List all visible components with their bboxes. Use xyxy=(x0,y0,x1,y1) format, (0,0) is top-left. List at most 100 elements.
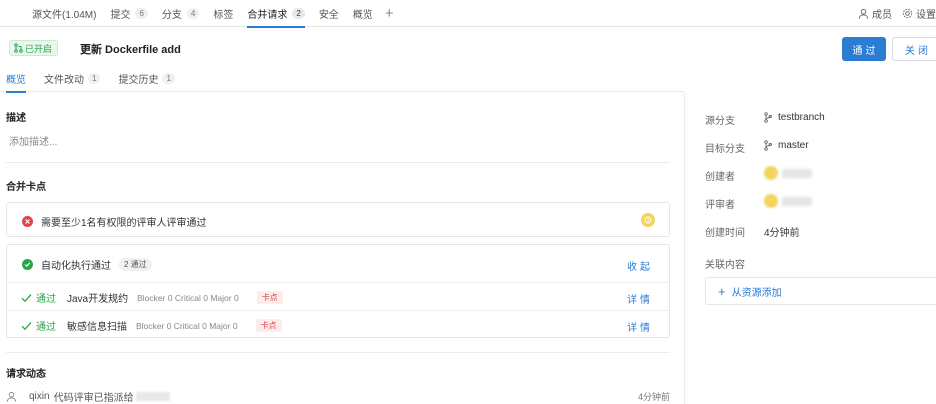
clock-icon xyxy=(644,216,652,224)
source-branch-label: 源分支 xyxy=(705,116,735,127)
divider xyxy=(6,352,670,353)
tab-label: 分支 xyxy=(161,10,182,21)
block-tag: 卡点 xyxy=(256,291,283,304)
repo-nav: 源文件(1.04M) 提交 6 分支 4 标签 合并请求 2 安全 概览 + 成员 设… xyxy=(0,0,936,28)
tab-label: 提交 xyxy=(110,10,131,21)
settings-label: 设置 xyxy=(916,10,936,21)
reviewer[interactable] xyxy=(764,194,812,208)
divider xyxy=(6,162,670,163)
created-time: 4分钟前 xyxy=(764,228,800,239)
tab-commit-history[interactable]: 提交历史 1 xyxy=(118,66,175,92)
plus-icon: + xyxy=(718,283,726,299)
collapse-link[interactable]: 收起 xyxy=(627,258,653,273)
block-tag: 卡点 xyxy=(255,319,282,332)
tab-label: 标签 xyxy=(213,10,234,21)
tab-count: 1 xyxy=(162,73,175,84)
tab-overview[interactable]: 概览 xyxy=(6,66,26,93)
user-icon xyxy=(6,391,17,402)
reviewer-avatar[interactable] xyxy=(641,213,655,227)
add-related-button[interactable]: + 从资源添加 xyxy=(705,277,936,305)
redacted-name xyxy=(135,391,170,401)
tab-security[interactable]: 安全 xyxy=(319,0,339,27)
approve-button[interactable]: 通过 xyxy=(842,37,886,61)
automation-card: 自动化执行通过 2 通过 收起 通过 Java开发规约 Blocker 0 Cr… xyxy=(6,244,670,338)
avatar xyxy=(764,166,778,180)
automation-label: 自动化执行通过 xyxy=(41,261,111,272)
mr-subtabs: 概览 文件改动 1 提交历史 1 xyxy=(0,66,684,93)
description-title: 描述 xyxy=(6,113,26,124)
check-name: Java开发规约 xyxy=(67,294,129,305)
merge-request-icon xyxy=(14,43,23,53)
automation-row: 自动化执行通过 2 通过 xyxy=(22,257,662,272)
divider xyxy=(7,282,669,283)
add-related-label: 从资源添加 xyxy=(731,287,782,299)
check-detail: Blocker 0 Critical 0 Major 0 xyxy=(136,320,238,331)
tab-commits[interactable]: 提交 6 xyxy=(110,0,148,27)
branch-icon xyxy=(764,112,772,123)
divider xyxy=(7,310,669,311)
tab-merge-requests[interactable]: 合并请求 2 xyxy=(247,0,306,28)
nav-right: 成员 设置 xyxy=(848,0,936,27)
members-button[interactable]: 成员 xyxy=(858,6,892,21)
check-row: 通过 敏感信息扫描 Blocker 0 Critical 0 Major 0 卡… xyxy=(21,318,661,333)
creator[interactable] xyxy=(764,166,812,180)
review-rule-row: 需要至少1名有权限的评审人评审通过 xyxy=(22,214,684,229)
tab-branches[interactable]: 分支 4 xyxy=(161,0,200,27)
check-icon xyxy=(21,293,32,302)
check-name: 敏感信息扫描 xyxy=(67,322,127,333)
branch-icon xyxy=(764,140,772,151)
activity-time: 4分钟前 xyxy=(637,391,670,402)
gear-icon xyxy=(902,8,913,19)
tab-label: 合并请求 xyxy=(247,10,288,21)
related-label: 关联内容 xyxy=(705,260,745,271)
check-icon xyxy=(21,321,32,330)
tab-count: 1 xyxy=(88,73,101,84)
tab-label: 文件改动 xyxy=(44,75,84,86)
target-branch-name: master xyxy=(778,140,809,151)
activity-user: qixin xyxy=(29,390,50,402)
target-branch[interactable]: master xyxy=(764,140,809,151)
merge-checks-title: 合并卡点 xyxy=(6,182,46,193)
close-button[interactable]: 关闭 xyxy=(892,37,936,61)
activity-entry: qixin 代码评审已指派给 4分钟前 xyxy=(6,388,670,404)
tab-count: 6 xyxy=(135,8,148,19)
creator-label: 创建者 xyxy=(705,172,735,183)
tab-label: 概览 xyxy=(6,75,26,86)
tab-tags[interactable]: 标签 xyxy=(213,0,233,27)
review-rule-text: 需要至少1名有权限的评审人评审通过 xyxy=(41,218,207,229)
members-label: 成员 xyxy=(872,10,892,21)
error-icon xyxy=(22,216,33,227)
reviewer-label: 评审者 xyxy=(705,200,735,211)
check-detail: Blocker 0 Critical 0 Major 0 xyxy=(137,292,239,303)
description-input[interactable]: 添加描述... xyxy=(9,133,57,148)
add-tab-icon[interactable]: + xyxy=(385,0,394,27)
panel-divider xyxy=(684,92,685,404)
source-branch-name: testbranch xyxy=(778,112,825,123)
tab-count: 4 xyxy=(186,8,200,19)
success-icon xyxy=(22,259,33,270)
check-row: 通过 Java开发规约 Blocker 0 Critical 0 Major 0… xyxy=(21,290,661,305)
activity-text: 代码评审已指派给 xyxy=(53,392,134,404)
detail-link[interactable]: 详情 xyxy=(627,319,653,334)
check-status: 通过 xyxy=(36,322,56,333)
tab-source-files[interactable]: 源文件(1.04M) xyxy=(32,0,96,27)
tab-label: 概览 xyxy=(352,10,373,21)
redacted-name xyxy=(782,196,812,206)
check-status: 通过 xyxy=(36,294,56,305)
mr-header: 已开启 更新 Dockerfile add xyxy=(0,28,936,68)
settings-button[interactable]: 设置 xyxy=(902,6,936,21)
automation-count: 2 通过 xyxy=(119,258,152,271)
tab-file-changes[interactable]: 文件改动 1 xyxy=(44,66,101,92)
status-badge-label: 已开启 xyxy=(25,43,53,54)
user-icon xyxy=(858,8,869,19)
status-badge: 已开启 xyxy=(9,40,59,56)
tab-overview[interactable]: 概览 xyxy=(353,0,373,27)
source-branch[interactable]: testbranch xyxy=(764,112,825,123)
review-rule-card: 需要至少1名有权限的评审人评审通过 xyxy=(6,202,670,237)
tab-label: 安全 xyxy=(318,10,339,21)
created-time-label: 创建时间 xyxy=(705,228,745,239)
avatar xyxy=(764,194,778,208)
redacted-name xyxy=(782,168,812,178)
detail-link[interactable]: 详情 xyxy=(627,291,653,306)
tab-label: 源文件(1.04M) xyxy=(32,10,97,21)
